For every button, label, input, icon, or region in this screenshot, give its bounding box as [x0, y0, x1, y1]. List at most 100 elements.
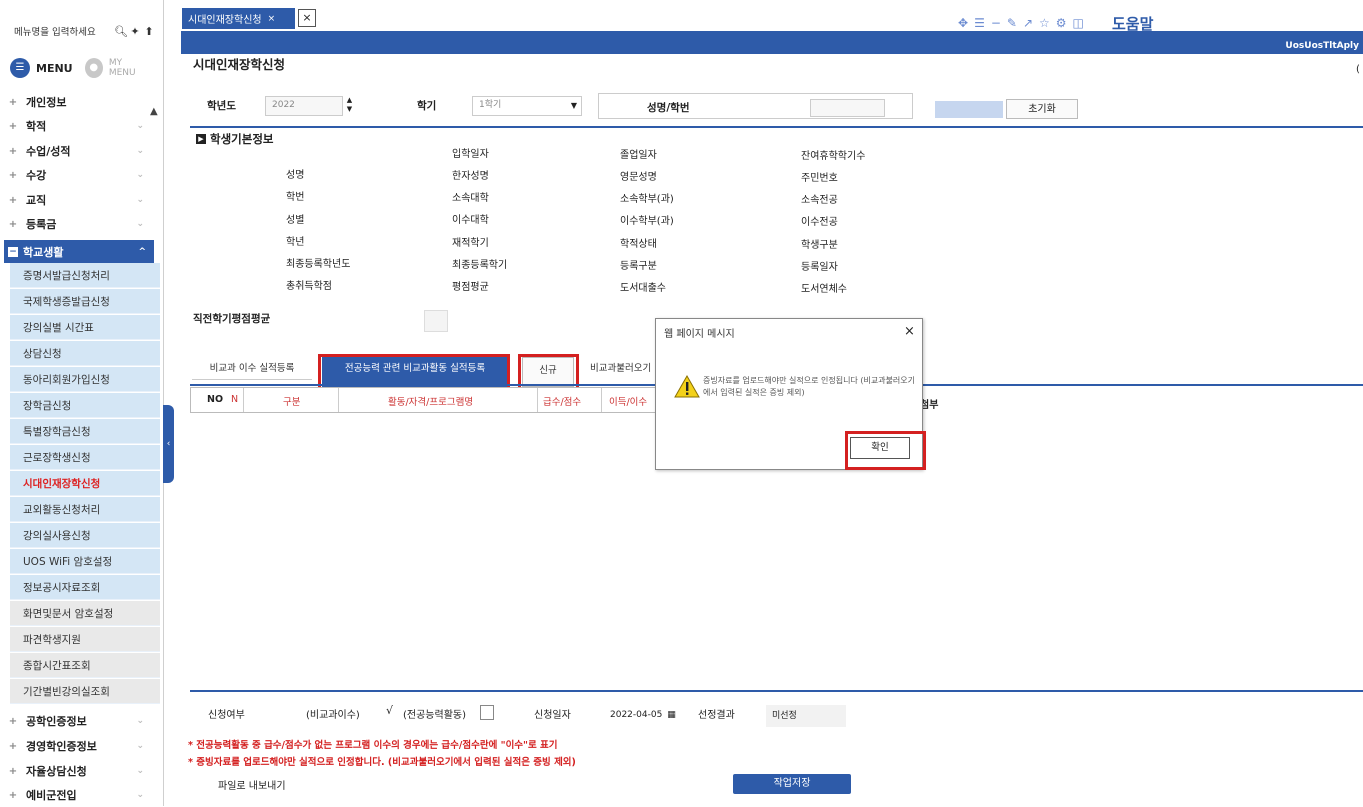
info-label: 최종등록학기: [452, 260, 508, 271]
apply-status-label: 신청여부: [208, 710, 245, 721]
close-icon[interactable]: ×: [268, 14, 276, 24]
sidebar-item-registration[interactable]: + 수강 ⌄: [0, 163, 150, 187]
tab-my-menu[interactable]: ● MY MENU: [84, 58, 148, 78]
sidebar-item-label: 자율상담신청: [26, 765, 87, 778]
year-field[interactable]: 2022: [265, 96, 343, 116]
tab-menu-label: MENU: [36, 61, 73, 75]
info-label: 최종등록학년도: [286, 259, 351, 270]
sidebar-subitem[interactable]: 기간별빈강의실조회: [10, 679, 160, 704]
chevron-down-icon: ⌄: [136, 741, 144, 751]
student-input[interactable]: [810, 99, 885, 117]
sidebar-item-reserve[interactable]: + 예비군전입 ⌄: [0, 783, 150, 807]
tab-scholarship[interactable]: 시대인재장학신청 ×: [182, 8, 295, 29]
menu-icon: ☰: [10, 58, 30, 78]
overflow-indicator: (: [1356, 64, 1360, 75]
sidebar-subitem[interactable]: 증명서발급신청처리: [10, 263, 160, 288]
sidebar-subitem[interactable]: 국제학생증발급신청: [10, 289, 160, 314]
star-icon[interactable]: ☆: [1039, 16, 1050, 30]
activity-checkbox[interactable]: √: [386, 704, 393, 717]
info-label: 평점평균: [452, 282, 489, 293]
up-arrow-icon[interactable]: ▲: [344, 96, 355, 105]
info-label: 주민번호: [801, 173, 838, 184]
sidebar-item-label: 등록금: [26, 218, 57, 231]
sidebar-subitem[interactable]: 근로장학생신청: [10, 445, 160, 470]
save-button[interactable]: 작업저장: [733, 774, 851, 794]
load-nonsubject-button[interactable]: 비교과불러오기: [590, 360, 660, 378]
chevron-up-icon[interactable]: ▲: [150, 106, 158, 117]
sidebar-group-label: 학교생활: [23, 245, 64, 259]
sidebar-subitem[interactable]: 상담신청: [10, 341, 160, 366]
search-button[interactable]: [935, 101, 1003, 118]
sidebar-subitem[interactable]: 종합시간표조회: [10, 653, 160, 678]
dialog-message: 증빙자료를 업로드해야만 실적으로 인정됩니다 (비교과불러오기에서 입력된 실…: [703, 376, 916, 397]
chevron-down-icon: ⌄: [136, 766, 144, 776]
plus-icon: +: [8, 715, 18, 727]
tab-menu[interactable]: ☰ MENU: [10, 58, 73, 78]
info-label: 등록구분: [620, 261, 657, 272]
sidebar-item-academic[interactable]: + 학적 ⌄: [0, 114, 150, 138]
info-label: 잔여휴학학기수: [801, 151, 866, 162]
plus-icon: +: [8, 194, 18, 206]
reset-button[interactable]: 초기화: [1006, 99, 1078, 119]
plus-icon: +: [8, 789, 18, 801]
year-stepper[interactable]: ▲ ▼: [344, 96, 355, 116]
sidebar-subitem-active[interactable]: 시대인재장학신청: [10, 471, 160, 496]
sidebar-subitem[interactable]: 파견학생지원: [10, 627, 160, 652]
pin-icon[interactable]: ✦: [128, 25, 142, 38]
sidebar-item-engineering-cert[interactable]: + 공학인증정보 ⌄: [0, 709, 150, 733]
col-separator: [537, 388, 538, 412]
sidebar-subitem[interactable]: 화면및문서 암호설정: [10, 601, 160, 626]
expand-icon[interactable]: ✥: [958, 16, 968, 30]
zoom-icon[interactable]: ↗: [1023, 16, 1033, 30]
checkbox[interactable]: [480, 705, 494, 720]
calendar-icon[interactable]: ▦: [667, 710, 676, 720]
sidebar-subitem[interactable]: 동아리회원가입신청: [10, 367, 160, 392]
layout-icon[interactable]: ☰: [974, 16, 985, 30]
sidebar-collapse-handle[interactable]: ‹: [163, 405, 174, 483]
sidebar-item-business-cert[interactable]: + 경영학인증정보 ⌄: [0, 734, 150, 758]
option-nonsubject: (비교과이수): [306, 710, 360, 721]
sidebar-item-courses[interactable]: + 수업/성적 ⌄: [0, 139, 150, 163]
plus-icon: +: [8, 145, 18, 157]
sidebar-item-teaching[interactable]: + 교직 ⌄: [0, 188, 150, 212]
sidebar-subitem[interactable]: 강의실사용신청: [10, 523, 160, 548]
sidebar-item-label: 수업/성적: [26, 145, 71, 158]
sidebar-group-campus-life[interactable]: − 학교생활 ^: [4, 240, 154, 263]
minimize-icon[interactable]: −: [991, 16, 1001, 30]
plus-icon: +: [8, 96, 18, 108]
section-bullet-icon: ▶: [196, 134, 206, 144]
col-type: 구분: [283, 397, 301, 408]
settings-icon[interactable]: ⚙: [1056, 16, 1067, 30]
menu-search-bar[interactable]: 메뉴명을 입력하세요 🔍︎ ✦ ⬆: [14, 20, 159, 42]
down-arrow-icon[interactable]: ▼: [344, 105, 355, 114]
fix-icon[interactable]: ⬆: [142, 25, 156, 38]
sidebar-item-personal[interactable]: + 개인정보: [0, 90, 150, 114]
search-icon[interactable]: 🔍︎: [114, 25, 128, 38]
sidebar-subitem[interactable]: 장학금신청: [10, 393, 160, 418]
plus-icon: +: [8, 120, 18, 132]
apply-date-field[interactable]: 2022-04-05 ▦: [605, 705, 680, 725]
screen-id: UosUosTltAply: [1285, 41, 1359, 51]
sidebar-subitem[interactable]: UOS WiFi 암호설정: [10, 549, 160, 574]
close-all-tabs-button[interactable]: ×: [298, 9, 316, 27]
divider: [190, 126, 1363, 128]
sidebar-item-tuition[interactable]: + 등록금 ⌄: [0, 212, 150, 236]
result-label: 선정결과: [698, 710, 735, 721]
paint-icon[interactable]: ✎: [1007, 16, 1017, 30]
sidebar-item-counseling[interactable]: + 자율상담신청 ⌄: [0, 759, 150, 783]
page-title: 시대인재장학신청: [193, 57, 286, 72]
sidebar-subitem[interactable]: 강의실별 시간표: [10, 315, 160, 340]
term-label: 학기: [417, 100, 437, 112]
menu-search-input[interactable]: 메뉴명을 입력하세요: [14, 24, 114, 38]
sidebar-subitem[interactable]: 교외활동신청처리: [10, 497, 160, 522]
tab-nonsubject-record[interactable]: 비교과 이수 실적등록: [192, 358, 312, 380]
close-icon[interactable]: ×: [904, 324, 915, 339]
export-file-button[interactable]: 파일로 내보내기: [218, 777, 286, 792]
print-icon[interactable]: ◫: [1073, 16, 1084, 30]
col-separator: [601, 388, 602, 412]
term-select[interactable]: 1학기 ▼: [472, 96, 582, 116]
tab-my-menu-label: MY MENU: [108, 58, 136, 78]
sidebar-subitem[interactable]: 정보공시자료조회: [10, 575, 160, 600]
sidebar-item-label: 수강: [26, 169, 47, 182]
sidebar-subitem[interactable]: 특별장학금신청: [10, 419, 160, 444]
